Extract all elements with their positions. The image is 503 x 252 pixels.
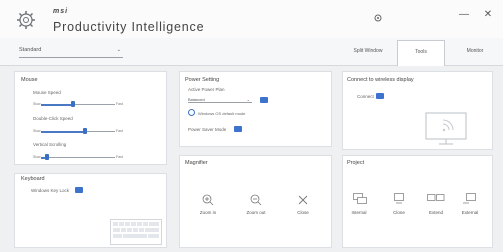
power-saver-toggle[interactable] <box>234 126 242 132</box>
internal-label: Internal <box>351 210 367 215</box>
close-icon[interactable] <box>298 195 308 205</box>
vertical-scroll-track <box>47 157 115 158</box>
vertical-scroll-max: Fast <box>116 155 123 159</box>
keyboard-title: Keyboard <box>21 176 45 182</box>
tools-content: Mouse Mouse Speed Slow Fast Double-Click… <box>0 66 503 252</box>
double-click-label: Double-Click Speed <box>33 116 73 121</box>
magnifier-title: Magnifier <box>185 160 208 166</box>
zoom-out-icon[interactable] <box>250 194 262 206</box>
app-title: Productivity Intelligence <box>53 20 205 34</box>
double-click-max: Fast <box>116 129 123 133</box>
external-display-icon[interactable] <box>463 193 477 205</box>
gear-logo-icon <box>17 11 35 29</box>
windows-key-lock-toggle[interactable] <box>75 187 83 193</box>
vertical-scroll-label: Vertical Scrolling <box>33 142 67 147</box>
project-panel: Project Internal Clone Extend External <box>342 155 493 248</box>
zoom-in-icon[interactable] <box>202 194 214 206</box>
external-label: External <box>461 210 479 215</box>
info-icon <box>188 109 195 116</box>
mouse-speed-max: Fast <box>116 102 123 106</box>
double-click-track <box>85 131 115 132</box>
chevron-down-icon: ⌄ <box>246 97 250 102</box>
mouse-title: Mouse <box>21 77 38 83</box>
project-title: Project <box>347 160 365 166</box>
profile-select[interactable]: Standard ⌄ <box>19 44 123 58</box>
mouse-speed-slider[interactable] <box>71 101 75 107</box>
mouse-speed-label: Mouse Speed <box>33 90 61 95</box>
clone-display-icon[interactable] <box>392 193 406 205</box>
connect-toggle[interactable] <box>376 93 384 99</box>
extend-display-icon[interactable] <box>427 194 445 204</box>
mouse-speed-track <box>73 104 115 105</box>
mouse-speed-min: Slow <box>33 102 41 106</box>
tab-tools[interactable]: Tools <box>397 40 445 67</box>
mouse-speed-fill <box>41 104 73 106</box>
double-click-fill <box>41 131 85 133</box>
vertical-scroll-slider[interactable] <box>45 154 49 160</box>
active-power-plan-label: Active Power Plan <box>188 87 225 92</box>
zoom-in-label: Zoom in <box>199 210 217 215</box>
tab-split-window[interactable]: Split Window <box>342 40 394 66</box>
minimize-button[interactable]: — <box>459 9 469 21</box>
close-window-button[interactable]: ✕ <box>483 9 493 21</box>
zoom-out-label: Zoom out <box>246 210 266 215</box>
profile-select-value: Standard <box>19 47 42 53</box>
power-plan-apply-button[interactable] <box>260 97 268 103</box>
power-setting-panel: Power Setting Active Power Plan Balanced… <box>179 71 332 147</box>
mouse-panel: Mouse Mouse Speed Slow Fast Double-Click… <box>14 71 167 165</box>
extend-label: Extend <box>428 210 443 215</box>
clone-label: Clone <box>393 210 405 215</box>
power-setting-title: Power Setting <box>185 77 220 83</box>
double-click-slider[interactable] <box>83 128 87 134</box>
power-plan-info-text: Windows OS default mode <box>198 111 246 116</box>
wireless-display-title: Connect to wireless display <box>347 77 414 83</box>
brand-logo: msi <box>53 8 69 15</box>
double-click-min: Slow <box>33 129 41 133</box>
power-plan-select[interactable]: Balanced ⌄ <box>188 96 252 103</box>
settings-gear-icon[interactable] <box>372 12 384 24</box>
power-plan-value: Balanced <box>188 97 205 102</box>
wireless-display-panel: Connect to wireless display Connect <box>342 71 493 150</box>
keyboard-icon <box>110 219 162 245</box>
connect-label: Connect <box>357 94 374 99</box>
vertical-scroll-min: Slow <box>33 155 41 159</box>
chevron-down-icon: ⌄ <box>116 47 121 53</box>
magnifier-panel: Magnifier Zoom in Zoom out Close <box>179 155 332 248</box>
power-saver-label: Power Saver Mode <box>188 127 227 132</box>
title-bar: msi Productivity Intelligence — ✕ <box>0 0 503 38</box>
wireless-display-icon <box>425 112 467 145</box>
keyboard-panel: Keyboard Windows Key Lock <box>14 173 167 248</box>
tab-monitor[interactable]: Monitor <box>450 40 500 66</box>
windows-key-lock-label: Windows Key Lock <box>31 188 70 193</box>
close-magnifier-label: Close <box>297 210 309 215</box>
internal-display-icon[interactable] <box>353 193 367 205</box>
